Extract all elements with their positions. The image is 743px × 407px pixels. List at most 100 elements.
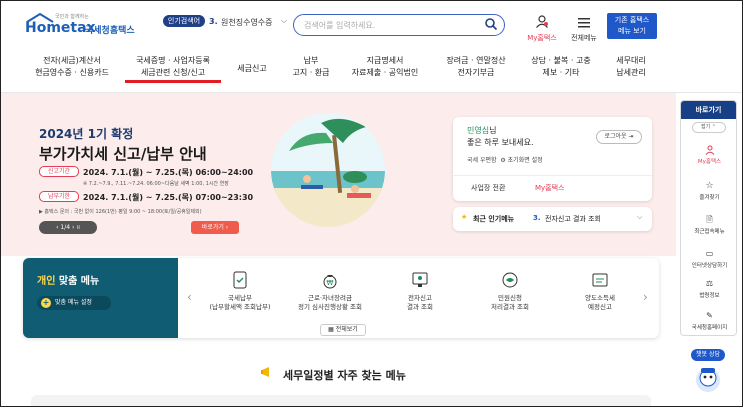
sidebar-item-label: 국세청홈페이지 [691,325,728,331]
sidebar-fold-button[interactable]: 접기 ⌃ [691,122,726,133]
personal-menu-setting-button[interactable]: + 맞춤 메뉴 설정 [37,296,111,310]
chevron-down-icon[interactable]: ⌵ [637,213,642,222]
nav-l1: 세무대리 [616,56,646,65]
chevron-left-icon[interactable]: ‹ [187,290,192,304]
nav-item-einvoice[interactable]: 전자(세금)계산서 현금영수증 · 신용카드 [27,55,117,79]
pause-icon[interactable]: ॥ [76,224,80,231]
doc-check-icon [233,271,247,289]
my-hometax-button[interactable]: My홈택스 [525,13,559,43]
all-menu-label: 전체메뉴 [571,34,597,42]
beach-scene-icon [271,113,385,227]
user-name: 민영심 [467,126,490,135]
card-line1: 근로·자녀장려금 [308,294,352,302]
card-line2: (납부할세액 조회납부) [209,303,271,311]
star-icon: ★ [461,213,468,221]
recent-popular-item[interactable]: 전자신고 결과 조회 [545,214,601,224]
popular-term[interactable]: 원천징수영수증 [221,17,273,28]
sidebar-item-recent[interactable]: 🗎 최근접속메뉴 [681,215,736,235]
menu-card-civil-request[interactable]: 민원신청 처리결과 조회 [471,270,549,312]
classic-line2: 메뉴 보기 [618,27,646,35]
search-input[interactable]: 검색어를 입력하세요. [293,14,505,36]
shortcut-button[interactable]: 바로가기 › [191,221,239,234]
setting-label: 맞춤 메뉴 설정 [55,299,92,306]
hero-title: 부가가치세 신고/납부 안내 [39,145,207,163]
personal-menu-header: 개인 맞춤 메뉴 + 맞춤 메뉴 설정 [23,258,178,338]
contact-note: ▶ 홈택스 문의 : 국번 없이 126(1번) 평일 9:00 ~ 18:00… [39,209,202,215]
nav-item-tax-agent[interactable]: 세무대리 납세관리 [605,55,657,79]
sidebar-item-law[interactable]: ⚖ 법령정보 [681,279,736,299]
nav-item-consult[interactable]: 상담 · 불복 · 고충제보 · 기타 [525,55,597,79]
carousel-pager: 1/4 [60,224,71,231]
report-period-value: 2024. 7.1.(월) ~ 7.25.(목) 06:00~24:00 [83,168,254,177]
sidebar-item-nts-homepage[interactable]: ✎ 국세청홈페이지 [681,311,736,331]
nav-item-tax-report[interactable]: 세금신고 [231,63,273,75]
classic-menu-button[interactable]: 기존 홈택스 메뉴 보기 [607,13,657,39]
prev-icon[interactable]: ‹ [56,224,58,231]
hometax-page: 국민과 함께하는 Hometax 국세청홈택스 인기검색어 3. 원천징수영수증… [0,0,743,407]
view-all-button[interactable]: ▦ 전체보기 [320,324,366,336]
chevron-down-icon[interactable]: ⌵ [281,16,287,26]
user-card: 민영심님 좋은 하루 보내세요. 로그아웃 ⇥ 국세 우편함 ⚙ 초기화면 설정… [453,117,652,201]
search-placeholder: 검색어를 입력하세요. [304,21,376,30]
card-line2: 처리결과 조회 [491,303,529,311]
popular-search-badge: 인기검색어 [163,15,205,27]
next-icon[interactable]: › [72,224,74,231]
nav-item-incentive[interactable]: 장려금 · 연말정산 전자기부금 [437,55,515,79]
nav-l1: 상담 · 불복 · 고충 [531,56,591,65]
nav-item-certificates[interactable]: 국세증명 · 사업자등록 세금관련 신청/신고 [125,55,221,83]
nav-l2: 제보 · 기타 [542,68,580,77]
card-line1: 국세납부 [228,294,252,302]
user-icon [536,15,548,28]
carousel-controls[interactable]: ‹ 1/4 › ॥ [39,221,97,234]
hometax-logo[interactable]: 국민과 함께하는 Hometax 국세청홈택스 [25,13,135,37]
grid-icon: ▦ [328,326,334,333]
chevron-right-icon[interactable]: › [643,290,648,304]
logout-button[interactable]: 로그아웃 ⇥ [596,130,642,144]
menu-card-tax-payment[interactable]: 국세납부 (납부할세액 조회납부) [201,270,279,312]
nav-l2: 고지 · 환급 [292,68,330,77]
faq-section-title: 세무일정별 자주 찾는 메뉴 [283,369,406,382]
nav-item-payment[interactable]: 납부 고지 · 환급 [287,55,335,79]
beach-illustration [271,113,385,227]
menu-card-incentive[interactable]: ₩ 근로·자녀장려금 정기 심사진행상황 조회 [291,270,369,312]
menu-card-e-filing[interactable]: 전자신고 결과 조회 [381,270,459,312]
sidebar-item-my-hometax[interactable]: My홈택스 [681,145,736,165]
nav-item-payment-statement[interactable]: 지급명세서 자료제출 · 공익법인 [345,55,425,79]
pay-deadline-value: 2024. 7.1.(월) ~ 7.25.(목) 07:00~23:30 [83,193,254,202]
quick-sidebar: 바로가기 접기 ⌃ My홈택스 ☆ 즐겨찾기 🗎 최근접속메뉴 ▭ 인터넷상담하… [680,100,737,336]
nav-l1: 전자(세금)계산서 [43,56,101,65]
handshake-icon [502,272,518,288]
classic-line1: 기존 홈택스 [614,16,650,24]
sidebar-item-label: 인터넷상담하기 [691,263,728,269]
all-menu-button[interactable]: 전체메뉴 [567,13,601,43]
popular-rank: 3. [209,17,218,26]
nav-l1: 세금신고 [237,64,267,73]
mailbox-link[interactable]: 국세 우편함 [467,157,497,164]
faq-section-strip [31,395,651,406]
fold-label: 접기 [701,124,711,130]
user-card-my-hometax[interactable]: My홈택스 [535,183,565,193]
title-b: 맞춤 메뉴 [58,276,100,287]
sidebar-item-label: 최근접속메뉴 [694,229,725,235]
user-suffix: 님 [489,126,497,135]
money-bag-icon: ₩ [323,275,337,289]
initial-screen-link[interactable]: 초기화면 설정 [508,157,543,164]
report-period-badge: 신고기간 [39,166,79,177]
recent-popular-menu[interactable]: ★ 최근 인기메뉴 3. 전자신고 결과 조회 ⌵ [453,207,652,231]
menu-card-transfer-tax[interactable]: 양도소득세 예정신고 [561,270,639,312]
search-icon[interactable] [484,17,498,31]
sidebar-item-favorites[interactable]: ☆ 즐겨찾기 [681,181,736,201]
cursor-doc-icon: 🗎 [706,215,713,224]
title-a: 개인 [37,276,56,287]
personal-menu-title: 개인 맞춤 메뉴 [37,272,99,287]
card-line2: 결과 조회 [407,303,433,311]
shortcut-label: 바로가기 [201,224,224,231]
sidebar-item-online-consult[interactable]: ▭ 인터넷상담하기 [681,249,736,269]
nav-l2: 세금관련 신청/신고 [140,68,206,77]
switch-business-button[interactable]: 사업장 전환 [471,183,505,193]
hero-subtitle: 2024년 1기 확정 [39,127,134,141]
chatbot-button[interactable]: 챗봇 상담 [691,349,725,361]
folder-doc-icon [592,273,608,287]
card-line1: 양도소득세 [585,294,615,302]
chatbot-mascot-icon[interactable] [693,364,723,394]
